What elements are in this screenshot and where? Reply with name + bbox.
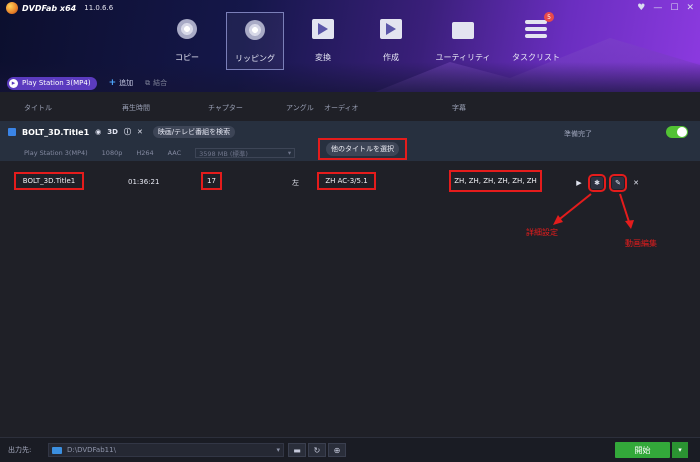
close-icon[interactable]: ✕ <box>630 177 642 189</box>
folder-icon <box>52 447 62 454</box>
minimize-button[interactable]: — <box>653 3 662 13</box>
title-checkbox[interactable] <box>8 128 16 136</box>
disc-copy-icon <box>174 16 200 42</box>
status-text: 準備完了 <box>564 130 592 138</box>
col-title: タイトル <box>24 104 52 112</box>
refresh-icon[interactable]: ↻ <box>308 443 326 457</box>
nav-ripping[interactable]: リッピング <box>226 12 284 70</box>
chevron-down-icon: ▾ <box>287 149 292 157</box>
col-subtitles: 字幕 <box>452 104 466 112</box>
row-subtitles[interactable]: ZH, ZH, ZH, ZH, ZH, ZH <box>449 170 542 192</box>
globe-icon[interactable]: ⊕ <box>328 443 346 457</box>
footer: 出力先: D:\DVDFab11\ ▾ ▬ ↻ ⊕ 開始 ▾ <box>0 437 700 462</box>
output-profile: Play Station 3(MP4) <box>24 149 88 157</box>
playstation-icon: ▸ <box>9 78 18 88</box>
bluray-icon: ◉ <box>95 128 102 136</box>
column-headers: タイトル 再生時間 チャプター アングル オーディオ 字幕 <box>0 99 700 115</box>
dvdfab-logo-icon <box>6 2 18 14</box>
annotation-settings: 詳細設定 <box>526 228 558 237</box>
col-duration: 再生時間 <box>122 104 150 112</box>
nav-label: 変換 <box>315 53 331 62</box>
app-version: 11.0.6.6 <box>84 4 114 12</box>
chevron-down-icon: ▾ <box>276 446 280 454</box>
nav-utility[interactable]: ユーティリティ <box>430 12 496 70</box>
row-chapters[interactable]: 17 <box>201 172 222 190</box>
output-path-select[interactable]: D:\DVDFab11\ ▾ <box>48 443 284 457</box>
disc-rip-icon <box>242 17 268 43</box>
col-audio: オーディオ <box>324 104 359 112</box>
arrow-edit <box>619 193 631 226</box>
other-titles-highlight: 他のタイトルを選択 <box>318 138 407 160</box>
browse-folder-button[interactable]: ▬ <box>288 443 306 457</box>
close-button[interactable]: ✕ <box>686 3 694 13</box>
row-audio[interactable]: ZH AC-3/5.1 <box>317 172 376 190</box>
row-title: BOLT_3D.Title1 <box>14 172 84 190</box>
merge-icon: ⧉ <box>145 78 151 87</box>
nav-convert[interactable]: 変換 <box>294 12 352 70</box>
start-options-button[interactable]: ▾ <box>672 442 688 458</box>
app-logo: DVDFab x64 11.0.6.6 <box>6 2 113 14</box>
merge-button[interactable]: ⧉ 結合 <box>145 78 167 88</box>
row-duration: 01:36:21 <box>128 178 160 186</box>
remove-icon[interactable]: ✕ <box>137 128 143 136</box>
3d-icon: 3D <box>107 128 118 136</box>
enable-toggle[interactable] <box>666 126 688 138</box>
arrowhead-edit <box>625 220 634 229</box>
nav-label: リッピング <box>235 54 275 63</box>
window-controls: ♥ — ☐ ✕ <box>637 3 694 13</box>
favorite-icon[interactable]: ♥ <box>637 3 645 13</box>
output-label: 出力先: <box>8 446 32 454</box>
nav-label: ユーティリティ <box>435 53 491 62</box>
toolbar: ▸ Play Station 3(MP4) + 追加 ⧉ 結合 <box>0 74 700 92</box>
film-convert-icon <box>310 16 336 42</box>
maximize-button[interactable]: ☐ <box>670 3 678 13</box>
arrow-settings <box>555 193 592 223</box>
movie-search-button[interactable]: 映画/テレビ番組を検索 <box>152 126 236 138</box>
arrowhead-settings <box>553 215 563 225</box>
resolution: 1080p <box>101 149 123 157</box>
video-codec: H264 <box>136 149 154 157</box>
col-angle: アングル <box>286 104 314 112</box>
play-icon[interactable]: ▶ <box>573 177 585 189</box>
annotation-video-edit: 動画編集 <box>625 239 657 248</box>
settings-wrench-icon[interactable]: ✱ <box>588 174 606 192</box>
row-angle[interactable]: 左 <box>292 178 299 188</box>
col-chapters: チャプター <box>208 104 243 112</box>
nav-label: 作成 <box>383 53 399 62</box>
size-select[interactable]: 3598 MB (標準) ▾ <box>195 148 296 158</box>
task-count-badge: 5 <box>544 12 554 22</box>
start-button[interactable]: 開始 <box>615 442 670 458</box>
nav-copy[interactable]: コピー <box>158 12 216 70</box>
device-profile-button[interactable]: ▸ Play Station 3(MP4) <box>7 76 97 90</box>
nav-create[interactable]: 作成 <box>362 12 420 70</box>
other-titles-button[interactable]: 他のタイトルを選択 <box>326 142 399 156</box>
app-name: DVDFab x64 <box>22 3 77 13</box>
add-button[interactable]: + 追加 <box>109 78 134 88</box>
audio-codec: AAC <box>167 149 182 157</box>
title-name: BOLT_3D.Title1 <box>22 127 90 137</box>
app-header: DVDFab x64 11.0.6.6 ♥ — ☐ ✕ コピー リッピング 変換… <box>0 0 700 92</box>
info-icon[interactable]: ⓘ <box>124 127 131 137</box>
nav-label: コピー <box>175 53 199 62</box>
film-create-icon <box>378 16 404 42</box>
main-nav: コピー リッピング 変換 作成 ユーティリティ 5 タスクリスト <box>158 12 576 70</box>
edit-pencil-icon[interactable]: ✎ <box>609 174 627 192</box>
nav-label: タスクリスト <box>512 53 560 62</box>
plus-icon: + <box>108 78 117 88</box>
folder-utility-icon <box>450 16 476 42</box>
nav-task-list[interactable]: 5 タスクリスト <box>506 12 566 70</box>
